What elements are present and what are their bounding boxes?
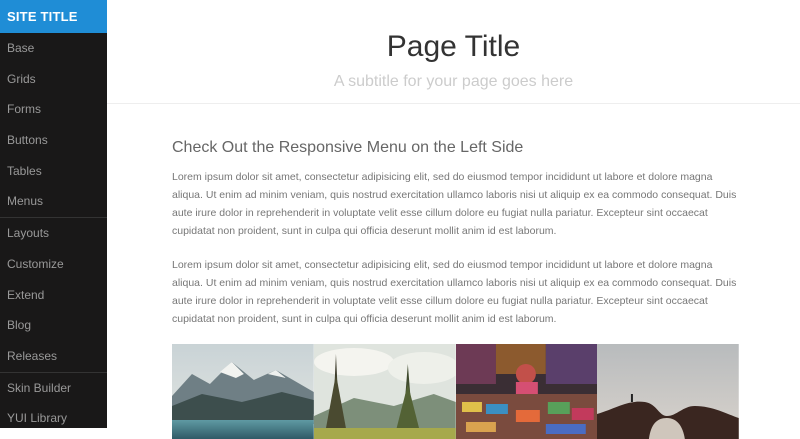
- menu-item-customize[interactable]: Customize: [0, 249, 107, 280]
- page-header: Page Title A subtitle for your page goes…: [107, 0, 800, 104]
- menu-item-buttons[interactable]: Buttons: [0, 125, 107, 156]
- sidebar-menu: SITE TITLE Base Grids Forms Buttons Tabl…: [0, 0, 107, 428]
- photo-forest-clouds: [313, 344, 456, 439]
- menu-item-skin-builder[interactable]: Skin Builder: [0, 371, 107, 404]
- content-paragraph: Lorem ipsum dolor sit amet, consectetur …: [172, 259, 737, 325]
- photo-rock-arch: [597, 344, 739, 439]
- menu-item-releases[interactable]: Releases: [0, 341, 107, 372]
- menu-item-tables[interactable]: Tables: [0, 156, 107, 187]
- photo-gallery: [172, 344, 739, 439]
- menu-item-forms[interactable]: Forms: [0, 94, 107, 125]
- site-title-link[interactable]: SITE TITLE: [0, 0, 107, 33]
- main-content: Check Out the Responsive Menu on the Lef…: [172, 104, 740, 439]
- menu-item-grids[interactable]: Grids: [0, 64, 107, 95]
- menu-item-yui-library[interactable]: YUI Library: [0, 403, 107, 428]
- menu-item-extend[interactable]: Extend: [0, 280, 107, 311]
- page-title: Page Title: [386, 30, 521, 63]
- menu-item-menus[interactable]: Menus: [0, 186, 107, 217]
- photo-mountain-lake: [172, 344, 314, 439]
- menu-item-layouts[interactable]: Layouts: [0, 217, 107, 249]
- photo-market-stall: [455, 344, 598, 439]
- menu-list: Base Grids Forms Buttons Tables Menus La…: [0, 33, 107, 428]
- content-paragraph: Lorem ipsum dolor sit amet, consectetur …: [172, 171, 737, 237]
- menu-item-blog[interactable]: Blog: [0, 310, 107, 341]
- menu-item-base[interactable]: Base: [0, 33, 107, 64]
- content-subhead: Check Out the Responsive Menu on the Lef…: [172, 139, 524, 156]
- page-subtitle: A subtitle for your page goes here: [333, 73, 574, 90]
